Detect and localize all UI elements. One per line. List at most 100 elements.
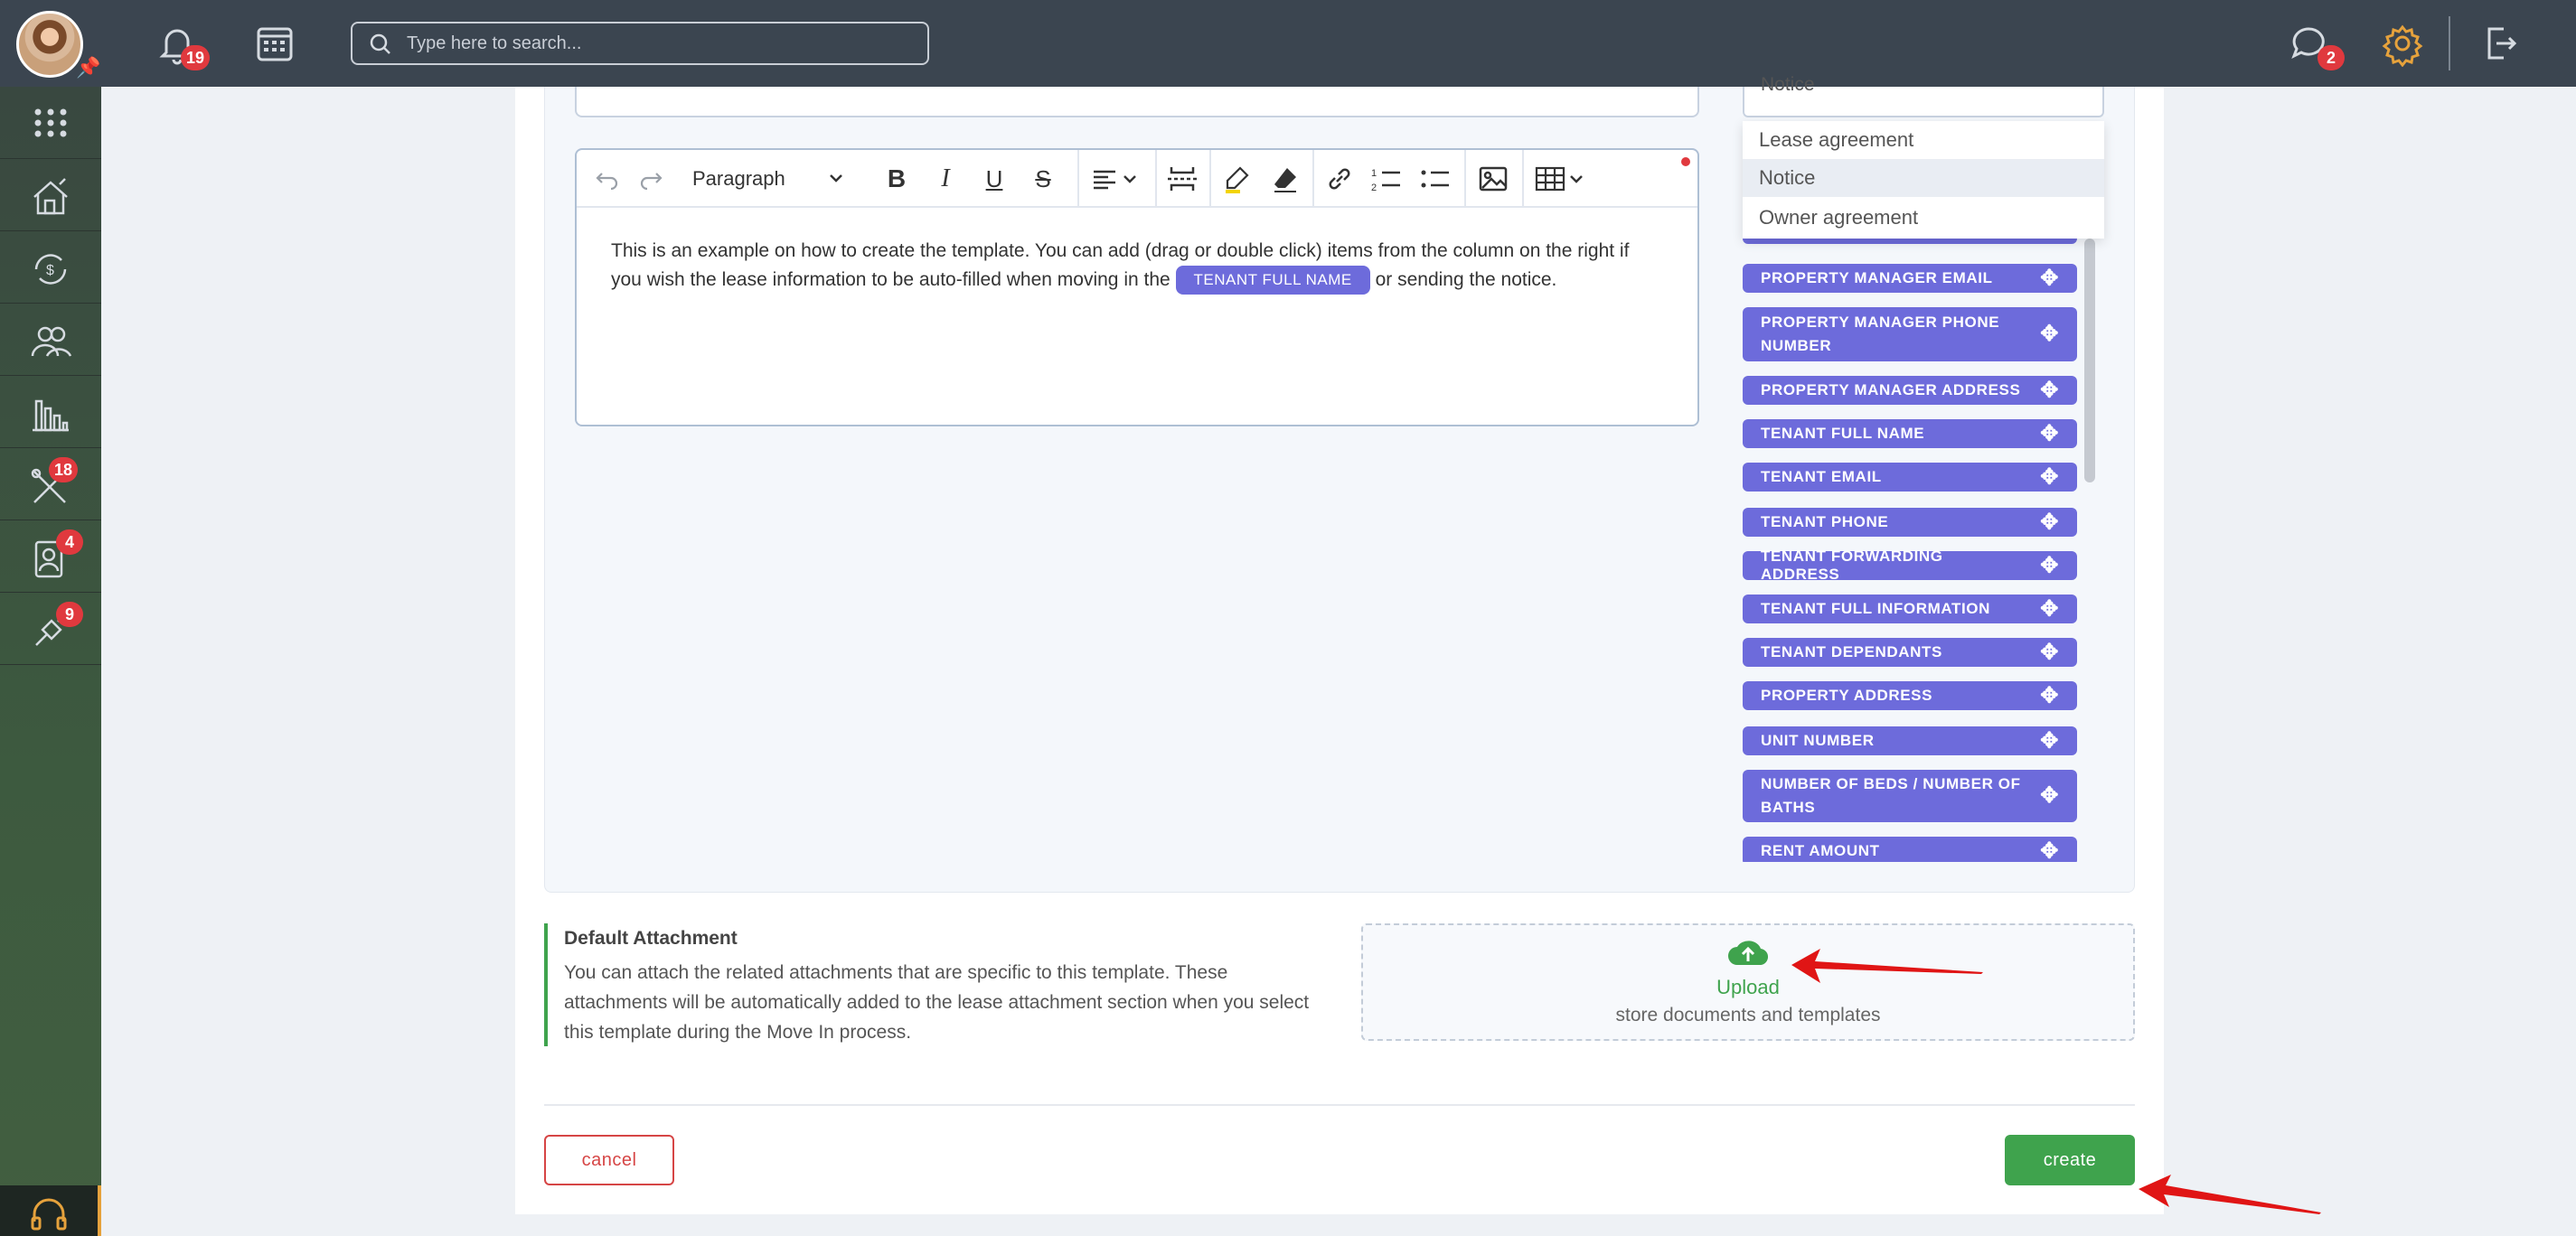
editor-toolbar: Paragraph B I U S 12 [577,150,1697,208]
align-icon[interactable] [1090,163,1144,195]
merge-field-chip[interactable]: TENANT FULL NAME ✥ [1743,419,2077,448]
integrations-badge: 9 [56,602,83,627]
merge-field-chip[interactable]: PROPERTY MANAGER EMAIL ✥ [1743,264,2077,293]
upload-subtitle: store documents and templates [1615,1005,1881,1025]
toolbar-separator [1464,150,1466,208]
move-icon: ✥ [2040,783,2059,808]
italic-icon[interactable]: I [929,163,962,195]
paragraph-style-select[interactable]: Paragraph [678,163,859,195]
merge-field-label: TENANT DEPENDANTS [1761,643,1942,660]
support-button[interactable] [0,1185,101,1236]
numbered-list-icon[interactable]: 12 [1368,163,1405,195]
inline-merge-field-chip[interactable]: TENANT FULL NAME [1175,266,1370,295]
move-icon: ✥ [2040,510,2059,535]
eraser-icon[interactable] [1265,163,1305,195]
sidebar-item-maintenance[interactable]: 18 [0,448,101,520]
merge-field-label: TENANT PHONE [1761,513,1889,530]
sidebar-item-people[interactable] [0,304,101,376]
toolbar-separator [1522,150,1524,208]
merge-field-chip[interactable]: TENANT FORWARDING ADDRESS ✥ [1743,548,2077,583]
table-icon[interactable] [1533,163,1591,195]
sidebar-item-integrations[interactable]: 9 [0,593,101,665]
merge-field-chip[interactable]: PROPERTY MANAGER ADDRESS ✥ [1743,376,2077,405]
merge-field-chip[interactable]: TENANT PHONE ✥ [1743,508,2077,537]
move-icon: ✥ [2040,464,2059,490]
sidebar-item-reports[interactable] [0,376,101,448]
svg-text:1: 1 [1371,168,1377,179]
calendar-icon[interactable] [251,20,298,67]
merge-field-label: TENANT FORWARDING ADDRESS [1761,548,1943,583]
search-bar[interactable] [351,22,929,65]
merge-field-chip[interactable]: TENANT FULL INFORMATION ✥ [1743,595,2077,623]
toolbar-separator [1077,150,1079,208]
dropdown-option-lease-agreement[interactable]: Lease agreement [1743,121,2104,159]
sidebar-item-finance[interactable]: $ [0,231,101,304]
messages-badge: 2 [2317,45,2345,70]
strikethrough-icon[interactable]: S [1027,163,1059,195]
contacts-badge: 4 [56,529,83,555]
sidebar-item-contacts[interactable]: 4 [0,520,101,593]
reports-chart-icon [33,399,69,432]
merge-field-chip[interactable]: UNIT NUMBER ✥ [1743,726,2077,755]
upload-dropzone[interactable]: Upload store documents and templates [1361,923,2135,1041]
search-input[interactable] [407,29,913,58]
editor-text-after: or sending the notice. [1375,269,1557,290]
user-avatar[interactable] [16,11,83,78]
maintenance-badge: 18 [49,457,79,482]
pin-icon[interactable]: 📌 [76,56,100,80]
merge-field-label: RENT AMOUNT [1761,842,1880,859]
default-attachment-title: Default Attachment [564,928,738,949]
sidebar-item-properties[interactable] [0,159,101,231]
move-icon: ✥ [2040,266,2059,291]
merge-field-chip[interactable]: RENT AMOUNT ✥ [1743,837,2077,862]
finance-cycle-icon: $ [34,254,67,285]
redo-icon[interactable] [635,163,667,195]
move-icon: ✥ [2040,596,2059,622]
annotation-arrow-upload [1791,949,1983,983]
page-break-icon[interactable] [1162,163,1202,195]
merge-fields-scrollbar[interactable] [2084,239,2095,482]
create-button[interactable]: create [2005,1135,2135,1185]
top-bar: 📌 19 2 [0,0,2576,87]
merge-field-chip[interactable]: TENANT EMAIL ✥ [1743,463,2077,492]
bold-icon[interactable]: B [880,163,913,195]
dropdown-option-notice[interactable]: Notice [1743,159,2104,197]
logout-icon[interactable] [2477,20,2524,67]
link-icon[interactable] [1321,163,1358,195]
merge-field-label: TENANT FULL INFORMATION [1761,600,1990,617]
sidebar-item-apps[interactable] [0,87,101,159]
dropdown-option-owner-agreement[interactable]: Owner agreement [1743,199,2104,237]
undo-icon[interactable] [591,163,624,195]
merge-field-label: PROPERTY MANAGER EMAIL [1761,269,1993,286]
highlighter-icon[interactable] [1217,163,1256,195]
footer-divider [544,1104,2135,1106]
template-type-select[interactable]: Notice [1743,74,2104,117]
move-icon: ✥ [2040,378,2059,403]
merge-field-chip[interactable]: TENANT DEPENDANTS ✥ [1743,638,2077,667]
merge-field-label: UNIT NUMBER [1761,732,1875,749]
merge-field-chip[interactable]: NUMBER OF BEDS / NUMBER OF BATHS ✥ [1743,770,2077,822]
merge-field-chip[interactable]: PROPERTY MANAGER PHONE NUMBER ✥ [1743,307,2077,361]
svg-text:$: $ [46,263,54,278]
cancel-button[interactable]: cancel [544,1135,674,1185]
search-icon [370,33,390,54]
toolbar-separator [1209,150,1211,208]
merge-field-chip[interactable]: PROPERTY ADDRESS ✥ [1743,681,2077,710]
merge-field-chip-partial[interactable] [1743,239,2077,244]
upload-label: Upload [1716,976,1780,998]
merge-field-label: PROPERTY ADDRESS [1761,687,1933,704]
apps-grid-icon [34,108,67,137]
default-attachment-description: You can attach the related attachments t… [564,962,1310,1043]
template-type-selected: Notice [1761,74,1815,95]
rich-text-editor[interactable]: Paragraph B I U S 12 This is an example … [575,148,1699,426]
bullet-list-icon[interactable] [1417,163,1453,195]
underline-icon[interactable]: U [978,163,1011,195]
image-icon[interactable] [1473,163,1513,195]
previous-field[interactable] [575,87,1699,117]
move-icon: ✥ [2040,640,2059,665]
move-icon: ✥ [2040,421,2059,446]
move-icon: ✥ [2040,322,2059,346]
merge-field-label: PROPERTY MANAGER PHONE NUMBER [1761,314,2000,354]
settings-gear-icon[interactable] [2379,20,2426,68]
editor-content[interactable]: This is an example on how to create the … [611,237,1659,295]
